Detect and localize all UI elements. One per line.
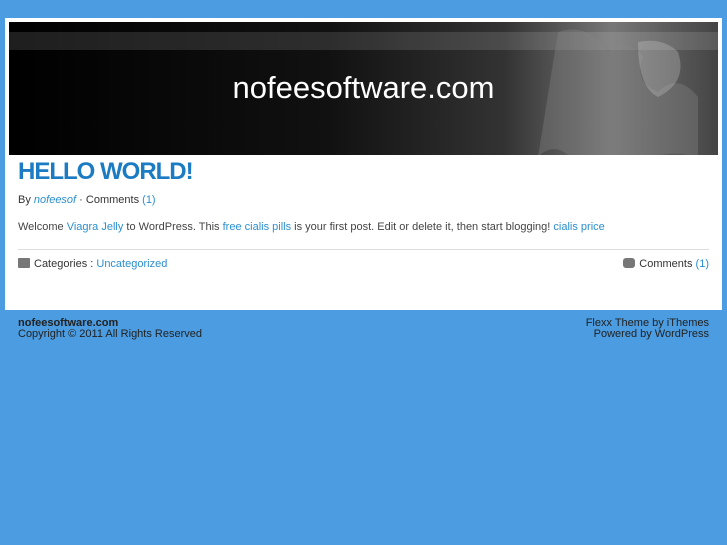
content-text: is your first post. Edit or delete it, t… — [291, 221, 554, 233]
powered-by-link[interactable]: Powered by WordPress — [586, 329, 709, 340]
site-title-link[interactable]: nofeesoftware.com — [9, 70, 718, 106]
comment-bubble-icon — [623, 258, 636, 268]
comments-label: Comments — [85, 194, 140, 206]
folder-icon — [18, 258, 30, 268]
category-link[interactable]: Uncategorized — [96, 258, 167, 270]
cialis-price-link[interactable]: cialis price — [553, 221, 604, 233]
comments-count-link[interactable]: (1) — [142, 194, 155, 206]
content-text: Welcome — [18, 221, 67, 233]
site-footer: nofeesoftware.com Copyright © 2011 All R… — [18, 318, 709, 340]
page-container: nofeesoftware.com HELLO WORLD! By nofees… — [5, 18, 722, 310]
author-link[interactable]: nofeesof — [34, 194, 76, 206]
categories-label: Categories : — [34, 258, 94, 270]
comments-label: Comments — [639, 258, 693, 270]
content-text: to WordPress. This — [123, 221, 223, 233]
post: HELLO WORLD! By nofeesof · Comments (1) … — [18, 158, 709, 270]
divider — [18, 249, 709, 250]
site-header: nofeesoftware.com — [9, 22, 718, 155]
free-cialis-pills-link[interactable]: free cialis pills — [223, 221, 291, 233]
viagra-jelly-link[interactable]: Viagra Jelly — [67, 221, 124, 233]
post-content: Welcome Viagra Jelly to WordPress. This … — [18, 221, 709, 233]
post-title[interactable]: HELLO WORLD! — [18, 158, 709, 186]
meta-separator: · — [79, 194, 83, 206]
by-label: By — [18, 194, 31, 206]
post-meta: By nofeesof · Comments (1) — [18, 194, 709, 206]
comments-count-link[interactable]: (1) — [696, 258, 709, 270]
post-footer: Categories : Uncategorized Comments (1) — [18, 258, 709, 270]
